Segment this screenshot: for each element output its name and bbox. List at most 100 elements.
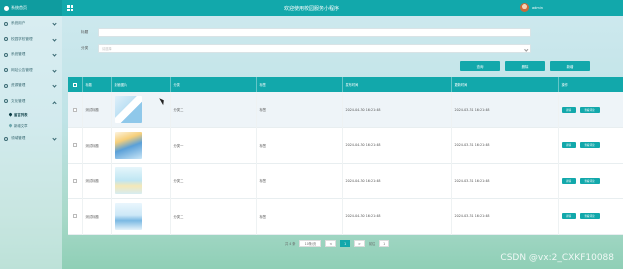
cover-image[interactable] [114,202,142,230]
sidebar-item-users[interactable]: 系统用户 [0,16,62,32]
category-label: 分类 [81,46,89,50]
publish-time-cell: 2024-04-30 16:21:48 [342,127,452,163]
checkbox[interactable] [73,143,77,148]
cover-cell [111,198,171,234]
publish-time-cell: 2024-04-30 16:21:48 [342,163,452,199]
column-header[interactable]: 标题 [82,77,112,92]
sidebar-item-notice[interactable]: 网站公告管理 [0,63,62,79]
detail-button[interactable]: 详情 [561,106,576,113]
page-number[interactable]: 1 [340,240,351,247]
table-row[interactable]: 测试标题 分类二 标签 2024-04-30 16:21:48 2024-03-… [68,163,623,199]
view-comments-button[interactable]: 查看评论 [579,106,600,113]
sidebar-subitem-label: 留言列表 [14,113,28,117]
checkbox[interactable] [73,107,77,112]
detail-button[interactable]: 详情 [561,177,576,184]
category-cell: 分类一 [170,127,257,163]
view-comments-button[interactable]: 查看评论 [579,213,600,220]
delete-button[interactable]: 删除 [505,61,545,71]
data-table: 标题 封面图片 分类 标签 发布时间 更新时间 操作 测试标题 分类二 标签 2… [68,77,623,234]
actions-cell: 详情 查看评论 [558,163,623,199]
user-icon [4,68,8,73]
sidebar-item-resource[interactable]: 资源管理 [0,78,62,94]
sidebar-subitem-label: 新增文章 [14,124,28,128]
tag-cell: 标签 [256,163,343,199]
tag-cell: 标签 [256,198,343,234]
title-label: 标题 [81,30,89,34]
update-time-cell: 2024-03-31 16:21:48 [451,92,559,128]
column-header[interactable]: 分类 [170,77,257,92]
sidebar-item-culture[interactable]: 文化管理 [0,94,62,110]
category-select[interactable]: 请选择 [98,44,531,53]
chevron-down-icon [52,36,57,42]
tag-cell: 标签 [256,92,343,128]
logo-area[interactable]: 系统首页 [0,0,62,16]
column-header[interactable]: 标签 [256,77,343,92]
sidebar-item-domain[interactable]: 领域管理 [0,131,62,147]
cover-image[interactable] [114,167,142,195]
query-button[interactable]: 查询 [460,61,500,71]
title-input[interactable] [98,28,531,37]
user-icon [4,136,8,141]
sidebar-item-label: 文化管理 [11,98,26,103]
sidebar-item-label: 校园学校管理 [11,36,33,41]
cover-cell [111,127,171,163]
total-count: 共 4 条 [285,242,296,246]
user-icon [4,52,8,57]
location-icon [8,123,13,128]
goto-label: 前往 [368,242,376,246]
update-time-cell: 2024-03-31 16:21:48 [451,163,559,199]
title-cell: 测试标题 [82,127,112,163]
menu-toggle-icon[interactable] [67,5,73,11]
add-button[interactable]: 新增 [550,61,590,71]
column-header: 封面图片 [111,77,171,92]
checkbox[interactable] [73,178,77,183]
action-buttons: 查询 删除 新增 [460,61,590,71]
user-menu[interactable]: admin [520,3,543,12]
avatar [520,3,530,12]
logo-text: 系统首页 [11,5,27,10]
select-all-header[interactable] [68,77,83,92]
page-size-select[interactable]: 10条/页 [299,240,322,247]
user-icon [4,21,8,26]
prev-page-button[interactable]: < [325,240,337,247]
column-header: 操作 [558,77,623,92]
sidebar-subitem-messages[interactable]: 留言列表 [0,109,62,120]
actions-cell: 详情 查看评论 [558,92,623,128]
detail-button[interactable]: 详情 [561,213,576,220]
cover-image[interactable] [114,131,142,159]
user-icon [4,99,8,104]
view-comments-button[interactable]: 查看评论 [579,142,600,149]
view-comments-button[interactable]: 查看评论 [579,177,600,184]
column-header[interactable]: 发布时间 [342,77,452,92]
goto-input[interactable]: 1 [379,240,390,247]
chevron-down-icon [52,21,57,26]
table-header-row: 标题 封面图片 分类 标签 发布时间 更新时间 操作 [68,77,623,92]
sidebar-item-label: 系统管理 [11,52,26,57]
top-bar: 系统首页 欢迎使用校园服务小程序 admin [0,0,623,16]
checkbox[interactable] [73,214,77,219]
column-header[interactable]: 更新时间 [451,77,559,92]
sidebar-item-label: 领域管理 [11,136,26,141]
table-row[interactable]: 测试标题 分类二 标签 2024-04-30 16:21:48 2024-03-… [68,198,623,234]
sidebar-item-system[interactable]: 系统管理 [0,47,62,63]
checkbox[interactable] [73,82,77,87]
cover-image[interactable] [114,96,142,123]
table-row[interactable]: 测试标题 分类二 标签 2024-04-30 16:21:48 2024-03-… [68,92,623,128]
sidebar-subitem-new-article[interactable]: 新增文章 [0,120,62,131]
chevron-down-icon [52,136,57,141]
next-page-button[interactable]: > [354,240,365,247]
chevron-down-icon [52,83,57,88]
update-time-cell: 2024-03-31 16:21:48 [451,198,559,234]
watermark: CSDN @vx:2_CXKF10088 [500,253,614,263]
sidebar-item-school[interactable]: 校园学校管理 [0,32,62,48]
table-row[interactable]: 测试标题 分类一 标签 2024-04-30 16:21:48 2024-03-… [68,127,623,163]
title-cell: 测试标题 [82,92,112,128]
cover-cell [111,163,171,199]
actions-cell: 详情 查看评论 [558,127,623,163]
title-cell: 测试标题 [82,198,112,234]
username: admin [532,5,543,10]
location-icon [8,112,13,117]
user-icon [4,83,8,88]
detail-button[interactable]: 详情 [561,142,576,149]
home-icon [4,5,9,11]
